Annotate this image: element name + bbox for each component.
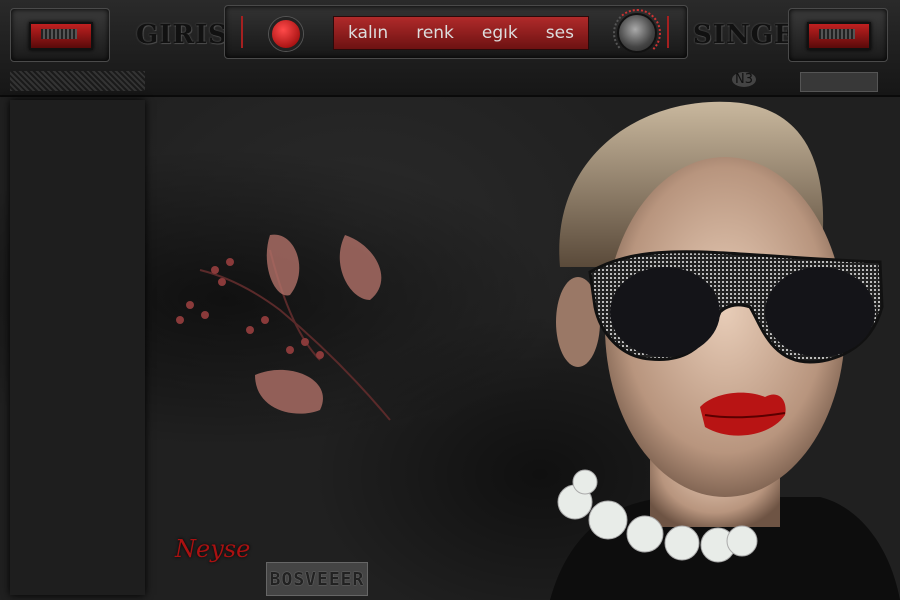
flower-branch-image [176,234,391,421]
right-red-switch-button[interactable] [788,8,888,62]
switch-icon [29,22,93,50]
watermark-logo: BOSVEEER [266,562,368,596]
menu-item-kalin[interactable]: kalın [348,23,388,43]
switch-icon [807,22,871,50]
number-badge: N3 [732,72,756,87]
left-side-panel [10,100,145,595]
left-red-switch-button[interactable] [10,8,110,62]
top-toolbar: GIRIS kalın renk egık ses SINGE N3 [0,0,900,97]
mesh-strip [10,71,145,91]
control-panel: kalın renk egık ses [224,5,688,59]
right-title[interactable]: SINGE [693,20,795,50]
menu-bar: kalın renk egık ses [333,16,589,50]
divider [241,16,243,48]
volume-knob[interactable] [613,9,661,57]
record-button[interactable] [269,17,303,51]
menu-item-ses[interactable]: ses [546,23,574,43]
menu-item-renk[interactable]: renk [416,23,454,43]
menu-item-egik[interactable]: egık [482,23,518,43]
divider [667,16,669,48]
input-slot[interactable] [800,72,878,92]
artist-signature: Neyse [175,535,251,563]
left-title[interactable]: GIRIS [136,20,228,50]
woman-portrait-image [530,97,900,600]
